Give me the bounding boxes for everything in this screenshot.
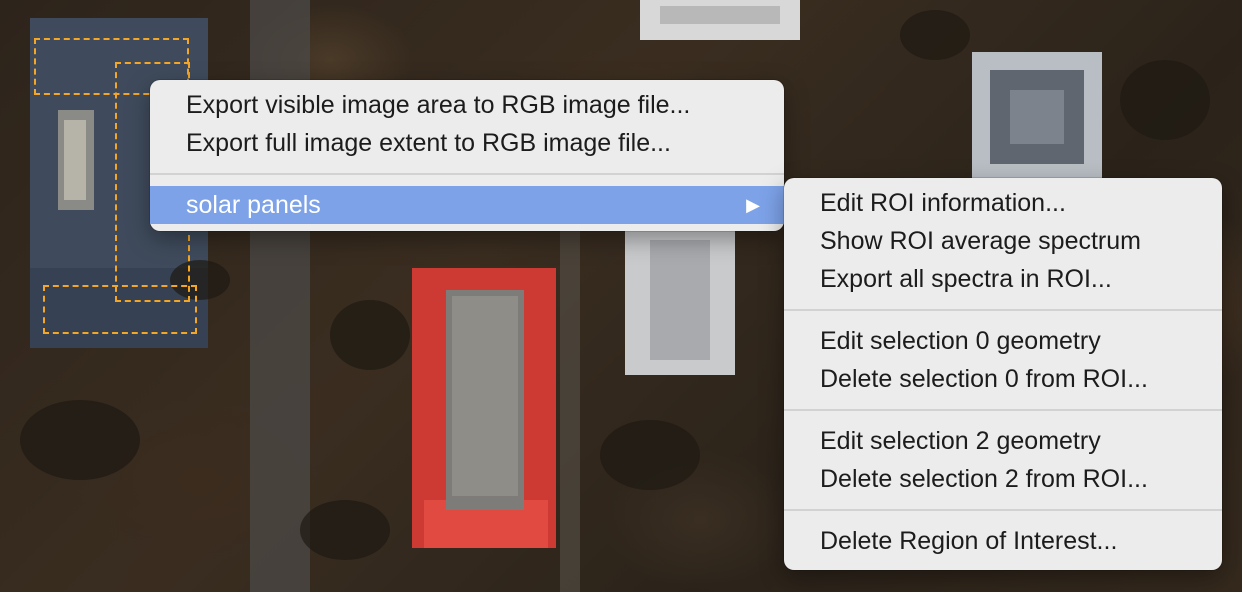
menu-separator	[784, 409, 1222, 411]
show-roi-average-spectrum-item[interactable]: Show ROI average spectrum	[784, 222, 1222, 260]
tree-shadow	[600, 420, 700, 490]
roi-submenu: Edit ROI information... Show ROI average…	[784, 178, 1222, 570]
building-roof	[1010, 90, 1064, 144]
context-menu: Export visible image area to RGB image f…	[150, 80, 784, 231]
submenu-arrow-icon: ▶	[746, 195, 760, 215]
tree-shadow	[20, 400, 140, 480]
edit-roi-information-item[interactable]: Edit ROI information...	[784, 184, 1222, 222]
building-roof	[660, 6, 780, 24]
tree-shadow	[900, 10, 970, 60]
roi-solar-panels-item[interactable]: solar panels ▶	[150, 186, 784, 224]
export-all-spectra-item[interactable]: Export all spectra in ROI...	[784, 260, 1222, 298]
menu-separator	[784, 309, 1222, 311]
building-roof	[650, 240, 710, 360]
edit-selection-2-geometry-item[interactable]: Edit selection 2 geometry	[784, 422, 1222, 460]
roi-item-label: solar panels	[186, 191, 321, 219]
delete-selection-0-item[interactable]: Delete selection 0 from ROI...	[784, 360, 1222, 398]
menu-separator	[784, 509, 1222, 511]
menu-separator	[150, 173, 784, 175]
delete-selection-2-item[interactable]: Delete selection 2 from ROI...	[784, 460, 1222, 498]
roi-region-interior	[452, 296, 518, 496]
export-full-extent-item[interactable]: Export full image extent to RGB image fi…	[150, 124, 784, 162]
export-visible-area-item[interactable]: Export visible image area to RGB image f…	[150, 86, 784, 124]
edit-selection-0-geometry-item[interactable]: Edit selection 0 geometry	[784, 322, 1222, 360]
tree-shadow	[1120, 60, 1210, 140]
roi-selection-outline[interactable]	[43, 285, 197, 334]
building-courtyard	[64, 120, 86, 200]
tree-shadow	[330, 300, 410, 370]
road-strip	[560, 230, 580, 592]
delete-region-of-interest-item[interactable]: Delete Region of Interest...	[784, 522, 1222, 560]
tree-shadow	[300, 500, 390, 560]
